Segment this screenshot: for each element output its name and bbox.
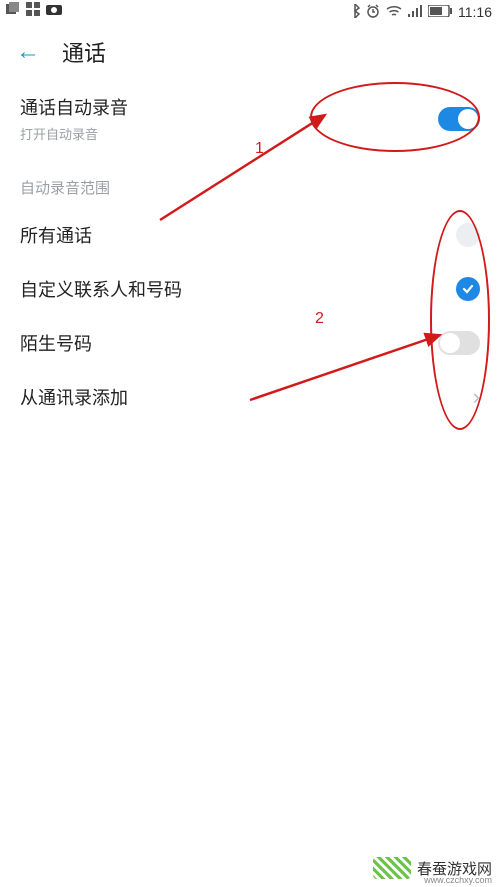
bluetooth-icon: [350, 4, 360, 21]
custom-contacts-radio[interactable]: [456, 277, 480, 301]
chevron-right-icon: ›: [473, 384, 480, 410]
auto-record-subtitle: 打开自动录音: [20, 124, 128, 143]
status-bar: 11:16: [0, 0, 500, 24]
back-arrow-icon[interactable]: ←: [16, 38, 40, 66]
all-calls-label: 所有通话: [20, 222, 92, 248]
watermark-url: www.czchxy.com: [424, 875, 492, 885]
annotation-num-2: 2: [315, 310, 324, 328]
toggle-knob: [458, 109, 478, 129]
alarm-icon: [366, 4, 380, 21]
all-calls-row[interactable]: 所有通话: [0, 208, 500, 262]
annotation-num-1: 1: [255, 140, 264, 158]
auto-record-row[interactable]: 通话自动录音 打开自动录音: [0, 80, 500, 157]
check-icon: [461, 282, 475, 296]
custom-contacts-label: 自定义联系人和号码: [20, 276, 182, 302]
gallery-icon: [6, 2, 20, 19]
signal-icon: [408, 4, 422, 20]
stranger-row[interactable]: 陌生号码: [0, 316, 500, 370]
page-title: 通话: [62, 36, 106, 68]
stranger-label: 陌生号码: [20, 330, 92, 356]
status-time: 11:16: [458, 4, 492, 20]
grid-icon: [26, 2, 40, 19]
auto-record-title: 通话自动录音: [20, 94, 128, 120]
all-calls-radio[interactable]: [456, 223, 480, 247]
watermark-logo-icon: [373, 857, 411, 879]
stranger-toggle[interactable]: [438, 331, 480, 355]
battery-icon: [428, 4, 452, 20]
toggle-knob: [440, 333, 460, 353]
auto-record-toggle[interactable]: [438, 107, 480, 131]
add-from-contacts-row[interactable]: 从通讯录添加 ›: [0, 370, 500, 424]
scope-section-label: 自动录音范围: [0, 157, 500, 208]
wifi-icon: [386, 4, 402, 20]
header: ← 通话: [0, 24, 500, 80]
camera-icon: [46, 2, 62, 19]
custom-contacts-row[interactable]: 自定义联系人和号码: [0, 262, 500, 316]
add-from-contacts-label: 从通讯录添加: [20, 384, 128, 410]
